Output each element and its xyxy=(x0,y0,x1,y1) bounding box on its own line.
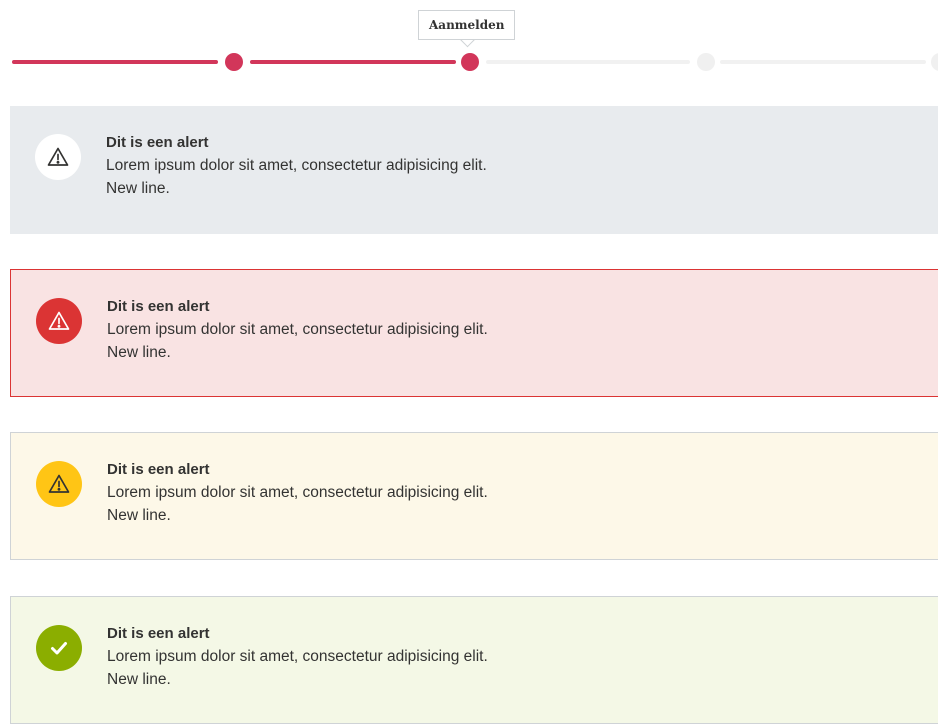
alert-message: Lorem ipsum dolor sit amet, consectetur … xyxy=(107,318,488,364)
alert-message-line: Lorem ipsum dolor sit amet, consectetur … xyxy=(106,157,487,174)
alert-message-line: Lorem ipsum dolor sit amet, consectetur … xyxy=(107,484,488,501)
progress-step-1[interactable] xyxy=(225,53,243,71)
alert-message-line: New line. xyxy=(106,180,170,197)
checkmark-icon xyxy=(36,625,82,671)
progress-segment-completed xyxy=(250,60,456,64)
progress-segment-pending xyxy=(486,60,690,64)
warning-triangle-icon xyxy=(36,298,82,344)
alert-warning: Dit is een alert Lorem ipsum dolor sit a… xyxy=(10,432,938,560)
progress-segment-pending xyxy=(720,60,926,64)
progress-bar: Aanmelden xyxy=(0,0,938,90)
alert-message: Lorem ipsum dolor sit amet, consectetur … xyxy=(107,645,488,691)
progress-segment-completed xyxy=(12,60,218,64)
alert-title: Dit is een alert xyxy=(107,625,210,642)
progress-step-3[interactable] xyxy=(697,53,715,71)
alert-message-line: New line. xyxy=(107,344,171,361)
alert-message-line: New line. xyxy=(107,507,171,524)
alert-title: Dit is een alert xyxy=(107,298,210,315)
alert-message: Lorem ipsum dolor sit amet, consectetur … xyxy=(106,154,487,200)
alert-error: Dit is een alert Lorem ipsum dolor sit a… xyxy=(10,269,938,397)
progress-step-2-current[interactable] xyxy=(461,53,479,71)
alert-info: Dit is een alert Lorem ipsum dolor sit a… xyxy=(10,106,938,234)
alert-message-line: Lorem ipsum dolor sit amet, consectetur … xyxy=(107,321,488,338)
progress-step-4[interactable] xyxy=(931,53,938,71)
alert-title: Dit is een alert xyxy=(106,134,209,151)
warning-triangle-icon xyxy=(35,134,81,180)
alert-success: Dit is een alert Lorem ipsum dolor sit a… xyxy=(10,596,938,724)
warning-triangle-icon xyxy=(36,461,82,507)
alert-message: Lorem ipsum dolor sit amet, consectetur … xyxy=(107,481,488,527)
step-tooltip: Aanmelden xyxy=(418,10,516,40)
alert-title: Dit is een alert xyxy=(107,461,210,478)
alert-message-line: New line. xyxy=(107,671,171,688)
alert-message-line: Lorem ipsum dolor sit amet, consectetur … xyxy=(107,648,488,665)
